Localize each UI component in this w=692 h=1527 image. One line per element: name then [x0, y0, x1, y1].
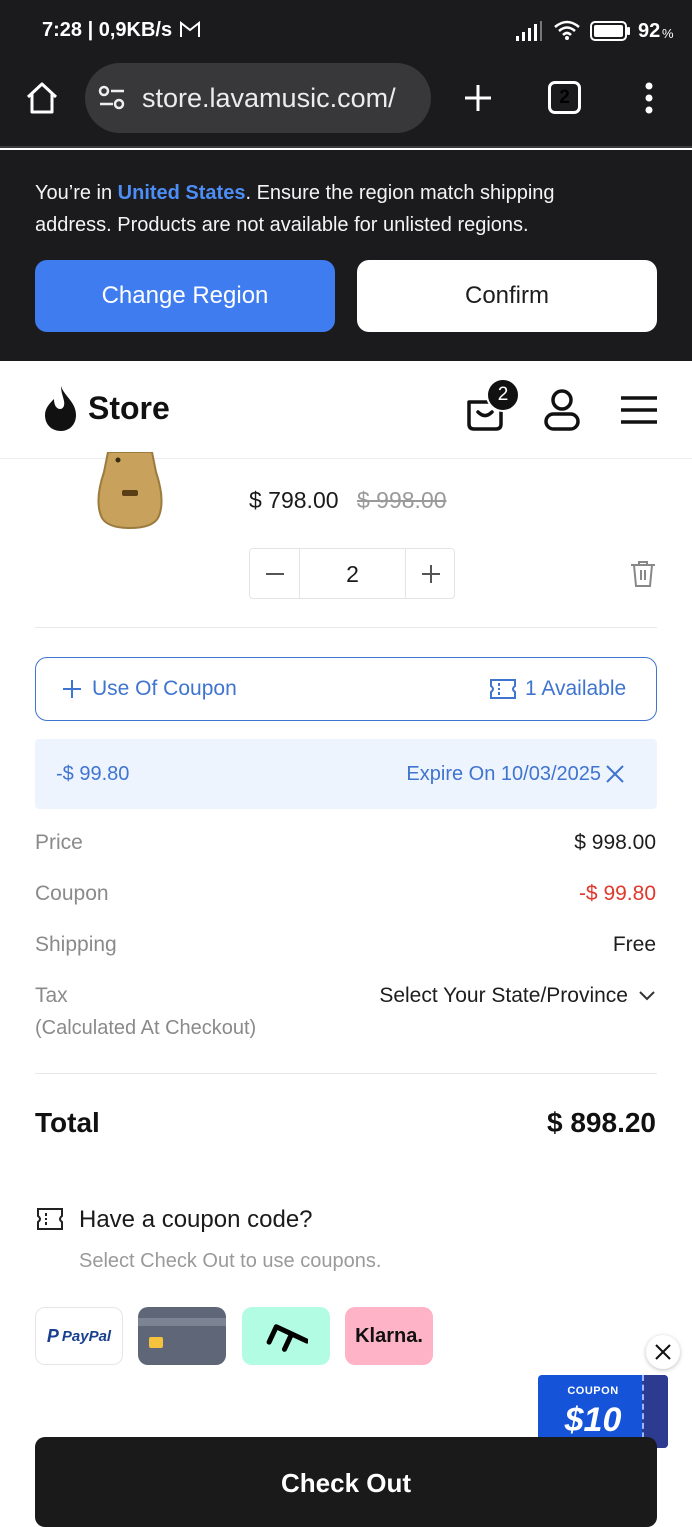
price-label: Price: [35, 831, 83, 854]
plus-icon: [63, 680, 81, 698]
afterpay-logo: [242, 1307, 330, 1365]
signal-icon: [516, 21, 542, 41]
card-logo: [138, 1307, 226, 1365]
trash-icon[interactable]: [630, 560, 656, 588]
applied-coupon-amount: -$ 99.80: [56, 763, 130, 785]
tab-count: 2: [559, 86, 570, 108]
coupon-available: 1 Available: [525, 677, 627, 700]
klarna-logo: Klarna.: [345, 1307, 433, 1365]
minus-icon: [265, 572, 284, 575]
chevron-down-icon: [639, 991, 655, 1001]
lava-logo-icon[interactable]: [42, 384, 80, 432]
use-coupon-button[interactable]: Use Of Coupon 1 Available: [35, 657, 657, 721]
battery-unit: %: [662, 26, 674, 41]
cart-item: $ 798.00 $ 998.00 2: [0, 452, 692, 628]
ticket-icon: [490, 679, 516, 699]
price-value: $ 998.00: [574, 831, 656, 854]
site-settings-icon[interactable]: [98, 85, 126, 111]
tax-label: Tax: [35, 984, 68, 1007]
afterpay-icon: [266, 1324, 308, 1352]
coupon-code-hint: Select Check Out to use coupons.: [79, 1250, 382, 1272]
checkout-button[interactable]: Check Out: [35, 1437, 657, 1527]
more-options-icon[interactable]: [642, 80, 656, 116]
paypal-logo: P PayPal: [35, 1307, 123, 1365]
battery-icon: [590, 21, 630, 41]
plus-icon: [421, 564, 440, 583]
tax-note: (Calculated At Checkout): [35, 1017, 257, 1039]
promo-close-button[interactable]: [646, 1335, 680, 1369]
confirm-button[interactable]: Confirm: [357, 260, 657, 332]
store-title[interactable]: Store: [88, 390, 170, 427]
store-header: Store 2: [0, 361, 692, 459]
promo-amount: $10: [564, 1401, 622, 1439]
increase-button[interactable]: [405, 549, 455, 598]
home-icon[interactable]: [24, 80, 60, 116]
state-province-select[interactable]: Select Your State/Province: [379, 984, 656, 1008]
region-message: You’re in United States. Ensure the regi…: [35, 182, 555, 236]
coupon-expire-date: Expire On 10/03/2025: [406, 763, 601, 785]
address-bar[interactable]: store.lavamusic.com/: [85, 63, 431, 133]
coupon-code-title: Have a coupon code?: [79, 1206, 313, 1233]
url-text: store.lavamusic.com/: [142, 83, 396, 113]
menu-icon[interactable]: [620, 395, 658, 425]
quantity-value[interactable]: 2: [300, 561, 405, 588]
ticket-icon: [37, 1208, 63, 1230]
tab-switcher-button[interactable]: 2: [548, 81, 581, 114]
promo-label: COUPON: [567, 1385, 619, 1397]
close-icon: [655, 1344, 671, 1360]
remove-coupon-icon[interactable]: [606, 765, 624, 783]
shipping-value: Free: [612, 933, 656, 956]
coupon-value: -$ 99.80: [578, 882, 656, 905]
quantity-stepper: 2: [249, 548, 455, 599]
account-icon[interactable]: [543, 388, 581, 432]
coupon-label: Coupon: [35, 882, 109, 905]
credit-card-icon: [138, 1318, 226, 1348]
total-label: Total: [35, 1107, 100, 1138]
wifi-icon: [554, 20, 580, 40]
use-coupon-label: Use Of Coupon: [92, 677, 237, 700]
total-value: $ 898.20: [547, 1107, 656, 1138]
status-time: 7:28 | 0,9KB/s: [42, 19, 173, 41]
region-banner: You’re in United States. Ensure the regi…: [0, 150, 692, 361]
decrease-button[interactable]: [250, 549, 300, 598]
region-name[interactable]: United States: [118, 182, 246, 204]
browser-toolbar: store.lavamusic.com/ 2: [0, 62, 692, 148]
guitar-image[interactable]: [94, 452, 166, 532]
new-tab-icon[interactable]: [462, 82, 494, 114]
change-region-button[interactable]: Change Region: [35, 260, 335, 332]
divider: [35, 1073, 657, 1074]
status-bar: 7:28 | 0,9KB/s 92 %: [0, 0, 692, 62]
cart-count-badge: 2: [486, 378, 520, 412]
battery-level: 92: [638, 20, 661, 42]
shipping-label: Shipping: [35, 933, 117, 956]
gmail-icon: [180, 21, 200, 37]
item-price: $ 798.00: [249, 487, 339, 513]
divider: [35, 627, 657, 628]
checkout-label: Check Out: [280, 1468, 412, 1498]
item-original-price: $ 998.00: [357, 487, 447, 513]
applied-coupon: -$ 99.80 Expire On 10/03/2025: [35, 739, 657, 809]
paypal-p-icon: P: [46, 1325, 59, 1346]
state-province-label: Select Your State/Province: [379, 984, 628, 1007]
